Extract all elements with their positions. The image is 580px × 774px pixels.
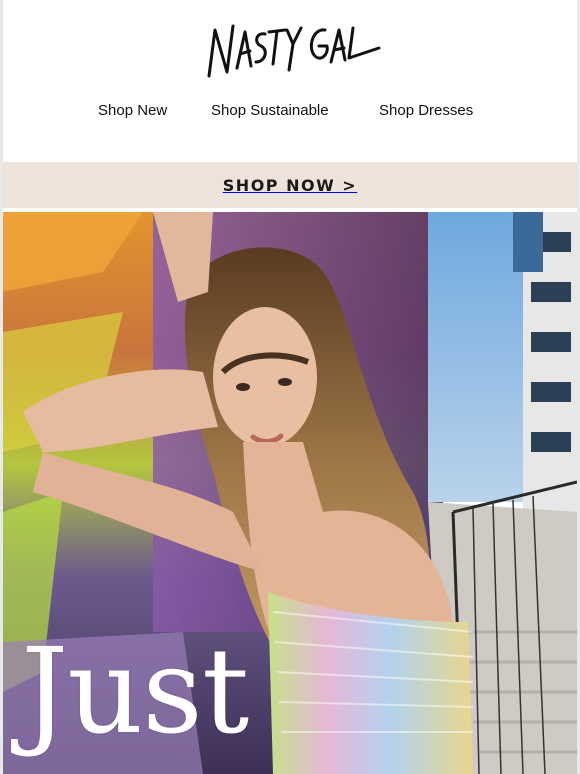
email-body: Shop New Shop Sustainable Shop Dresses S… bbox=[3, 0, 577, 774]
hero-image[interactable]: Just bbox=[3, 212, 577, 774]
nav-shop-dresses[interactable]: Shop Dresses bbox=[379, 102, 473, 119]
email-header: Shop New Shop Sustainable Shop Dresses bbox=[3, 0, 577, 162]
shop-now-label: SHOP NOW > bbox=[222, 175, 358, 195]
hero-headline: Just bbox=[21, 622, 249, 760]
shop-now-banner[interactable]: SHOP NOW > bbox=[3, 162, 577, 208]
top-nav: Shop New Shop Sustainable Shop Dresses bbox=[3, 102, 577, 122]
nasty-gal-logo-icon bbox=[207, 24, 381, 78]
brand-logo[interactable] bbox=[203, 18, 383, 88]
nav-shop-sustainable[interactable]: Shop Sustainable bbox=[211, 102, 329, 119]
nav-shop-new[interactable]: Shop New bbox=[98, 102, 167, 119]
